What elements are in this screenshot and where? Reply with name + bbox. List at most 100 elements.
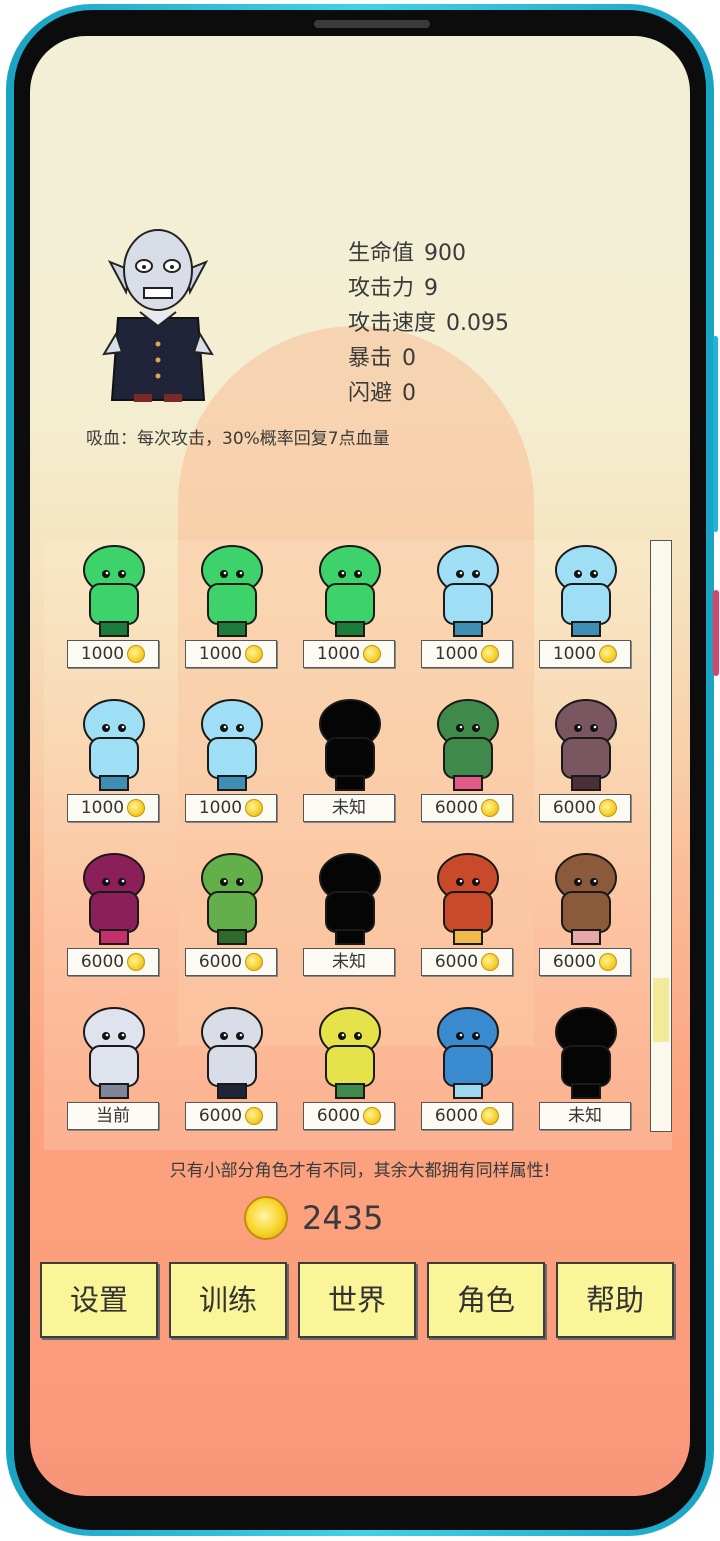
power-button [713,336,718,532]
price-tag: 1000 [67,640,159,668]
character-card[interactable]: 未知 [303,848,397,988]
coin-icon [244,1196,288,1240]
training-button[interactable]: 训练 [169,1262,287,1338]
coin-icon [245,1107,264,1125]
settings-button[interactable]: 设置 [40,1262,158,1338]
stat-hp-label: 生命值 [348,241,415,266]
stat-dodge-value: 0 [402,381,417,406]
world-button[interactable]: 世界 [298,1262,416,1338]
character-card[interactable]: 当前 [67,1002,161,1142]
character-card[interactable]: 6000 [539,848,633,988]
character-card[interactable]: 6000 [303,1002,397,1142]
price-label: 6000 [552,952,597,972]
price-tag: 6000 [185,948,277,976]
price-tag: 6000 [185,1102,277,1130]
character-card[interactable]: 6000 [185,848,279,988]
coin-icon [599,799,618,817]
help-button[interactable]: 帮助 [556,1262,674,1338]
price-tag: 6000 [303,1102,395,1130]
character-card[interactable]: 1000 [539,540,633,680]
green-mushroom-frog-2-icon [306,540,394,640]
price-label: 6000 [316,1106,361,1126]
green-mushroom-frog-icon [188,540,276,640]
price-tag: 6000 [67,948,159,976]
stat-attack-label: 攻击力 [348,276,415,301]
character-card[interactable]: 6000 [421,848,515,988]
green-mushroom-cat-icon [70,540,158,640]
stat-hp: 生命值 900 [348,236,509,271]
coin-icon [363,1107,382,1125]
price-label: 1000 [80,644,125,664]
price-label: 未知 [568,1106,602,1126]
vampire-icon [188,1002,276,1102]
notice-text: 只有小部分角色才有不同，其余大都拥有同样属性! [169,1161,551,1181]
character-button[interactable]: 角色 [427,1262,545,1338]
price-label: 6000 [552,798,597,818]
price-tag: 1000 [421,640,513,668]
price-label: 6000 [198,1106,243,1126]
stat-crit-value: 0 [402,346,417,371]
price-label: 6000 [434,952,479,972]
stat-attack-value: 9 [424,276,439,301]
brown-rat-icon [542,848,630,948]
price-label: 1000 [80,798,125,818]
price-label: 1000 [198,644,243,664]
ice-mushroom-boy-icon [188,694,276,794]
price-label: 1000 [198,798,243,818]
plant-monster-icon [424,694,512,794]
character-card[interactable]: 1000 [185,540,279,680]
stat-crit: 暴击 0 [348,341,509,376]
price-tag: 1000 [67,794,159,822]
ice-mushroom-girl-icon [424,540,512,640]
coin-icon [481,953,500,971]
character-card[interactable]: 6000 [185,1002,279,1142]
grid-scrollbar[interactable] [650,540,672,1132]
price-tag: 未知 [303,948,395,976]
price-tag: 未知 [303,794,395,822]
character-card[interactable]: 未知 [303,694,397,834]
locked-silhouette-icon [306,848,394,948]
character-card[interactable]: 1000 [421,540,515,680]
coin-icon [363,645,382,663]
coin-icon [245,799,264,817]
price-label: 6000 [434,1106,479,1126]
price-tag: 6000 [421,948,513,976]
character-card[interactable]: 6000 [421,1002,515,1142]
price-label: 未知 [332,798,366,818]
stat-dodge-label: 闪避 [348,381,393,406]
price-label: 1000 [434,644,479,664]
coin-icon [481,645,500,663]
coin-icon [245,645,264,663]
vampire-sprite-icon [102,229,214,402]
game-screen: 生命值 900 攻击力 9 攻击速度 0.095 暴击 0 闪避 0 吸血：每次攻击，30… [30,36,690,1496]
price-tag: 6000 [539,948,631,976]
price-label: 6000 [434,798,479,818]
stat-attack-speed-value: 0.095 [446,311,509,336]
character-card[interactable]: 6000 [67,848,161,988]
character-card[interactable]: 6000 [539,694,633,834]
stat-attack-speed: 攻击速度 0.095 [348,306,509,341]
price-tag: 1000 [185,794,277,822]
scrollbar-thumb[interactable] [653,978,669,1042]
hero-stats: 生命值 900 攻击力 9 攻击速度 0.095 暴击 0 闪避 0 [348,236,509,411]
stat-attack-speed-label: 攻击速度 [348,311,437,336]
price-tag: 6000 [539,794,631,822]
character-card[interactable]: 1000 [185,694,279,834]
price-tag: 1000 [539,640,631,668]
price-label: 1000 [552,644,597,664]
character-card[interactable]: 1000 [67,540,161,680]
blue-crocodile-icon [424,1002,512,1102]
coin-balance: 2435 [244,1196,383,1240]
ice-bunny-ears-icon [70,694,158,794]
ice-mushroom-cap-icon [542,540,630,640]
price-tag: 当前 [67,1102,159,1130]
locked-silhouette-icon [542,1002,630,1102]
volume-button [713,590,719,676]
coin-balance-value: 2435 [302,1199,384,1237]
coin-icon [481,1107,500,1125]
character-card[interactable]: 1000 [303,540,397,680]
coin-icon [599,645,618,663]
character-card[interactable]: 1000 [67,694,161,834]
character-card[interactable]: 未知 [539,1002,633,1142]
character-card[interactable]: 6000 [421,694,515,834]
